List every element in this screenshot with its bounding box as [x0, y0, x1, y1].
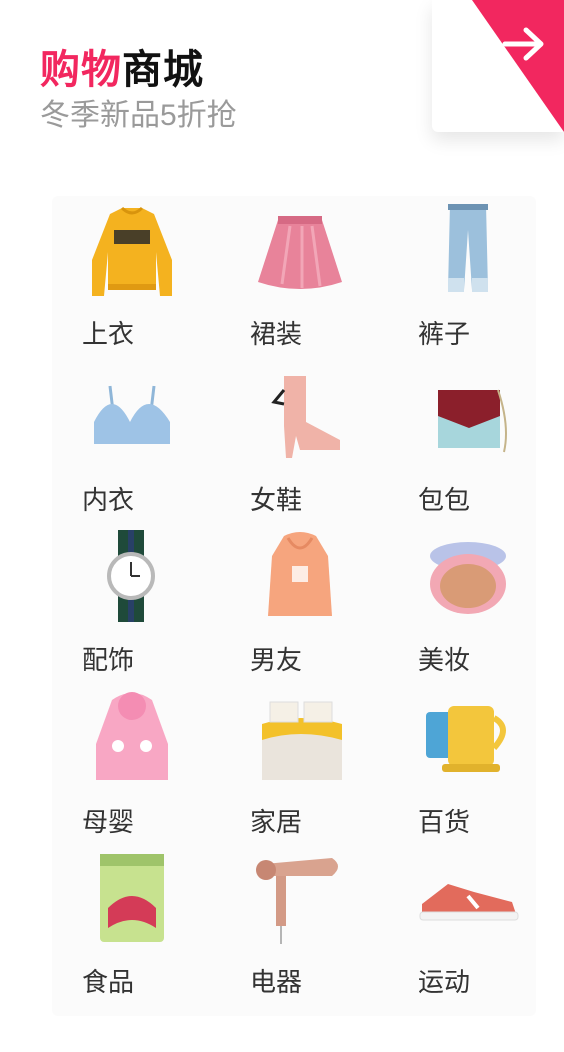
sneaker-icon — [419, 884, 519, 921]
jeans-icon — [448, 204, 488, 292]
hoodie-icon — [268, 532, 332, 616]
bedding-icon — [262, 701, 342, 780]
bra-icon — [94, 385, 170, 444]
category-label: 母婴 — [81, 807, 134, 837]
category-label: 上衣 — [81, 319, 134, 349]
category-label: 女鞋 — [249, 485, 302, 515]
category-item-tops[interactable]: 上衣 — [52, 196, 212, 356]
category-item-accessories[interactable]: 配饰 — [52, 522, 212, 682]
cushion-compact-icon — [430, 542, 506, 614]
category-item-beauty[interactable]: 美妆 — [388, 522, 548, 682]
page-subtitle: 冬季新品5折抢 — [40, 99, 237, 132]
category-item-pants[interactable]: 裤子 — [388, 196, 548, 356]
page-title: 购物商城 — [40, 46, 204, 94]
skirt-icon — [258, 216, 342, 289]
corner-triangle — [472, 0, 564, 132]
watch-icon — [107, 530, 155, 622]
arrow-right-icon[interactable] — [502, 26, 546, 62]
cups-icon — [426, 706, 506, 772]
category-label: 裤子 — [417, 319, 470, 349]
category-item-underwear[interactable]: 内衣 — [52, 362, 212, 522]
category-item-boyfriend[interactable]: 男友 — [220, 522, 380, 682]
category-item-skirts[interactable]: 裙装 — [220, 196, 380, 356]
title-highlight: 购物 — [40, 48, 122, 92]
category-label: 运动 — [417, 967, 470, 997]
handbag-icon — [438, 389, 507, 453]
snack-bag-icon — [100, 854, 164, 942]
category-item-home[interactable]: 家居 — [220, 684, 380, 844]
sweater-icon — [92, 206, 172, 296]
category-label: 男友 — [249, 645, 302, 675]
baby-jacket-icon — [96, 692, 168, 780]
category-label: 食品 — [81, 967, 134, 997]
corner-button[interactable] — [432, 0, 564, 132]
title-rest: 商城 — [122, 48, 204, 92]
category-label: 电器 — [249, 967, 302, 997]
category-label: 包包 — [417, 485, 470, 515]
category-item-bags[interactable]: 包包 — [388, 362, 548, 522]
header: 购物商城 冬季新品5折抢 — [0, 0, 564, 170]
category-item-maternal-baby[interactable]: 母婴 — [52, 684, 212, 844]
category-item-food[interactable]: 食品 — [52, 844, 212, 1004]
category-label: 家居 — [249, 807, 302, 837]
hair-dryer-icon — [256, 858, 338, 944]
category-grid: 上衣 裙装 裤子 内衣 女鞋 包包 配饰 男友 美妆 母婴 家居 百货 食品 电… — [52, 196, 536, 1016]
category-item-shoes[interactable]: 女鞋 — [220, 362, 380, 522]
category-label: 配饰 — [81, 645, 134, 675]
boot-icon — [271, 376, 340, 458]
category-label: 百货 — [417, 807, 470, 837]
category-item-general-goods[interactable]: 百货 — [388, 684, 548, 844]
category-label: 美妆 — [417, 645, 470, 675]
category-item-appliances[interactable]: 电器 — [220, 844, 380, 1004]
category-label: 裙装 — [249, 319, 302, 349]
category-item-sports[interactable]: 运动 — [388, 844, 548, 1004]
category-label: 内衣 — [81, 485, 134, 515]
